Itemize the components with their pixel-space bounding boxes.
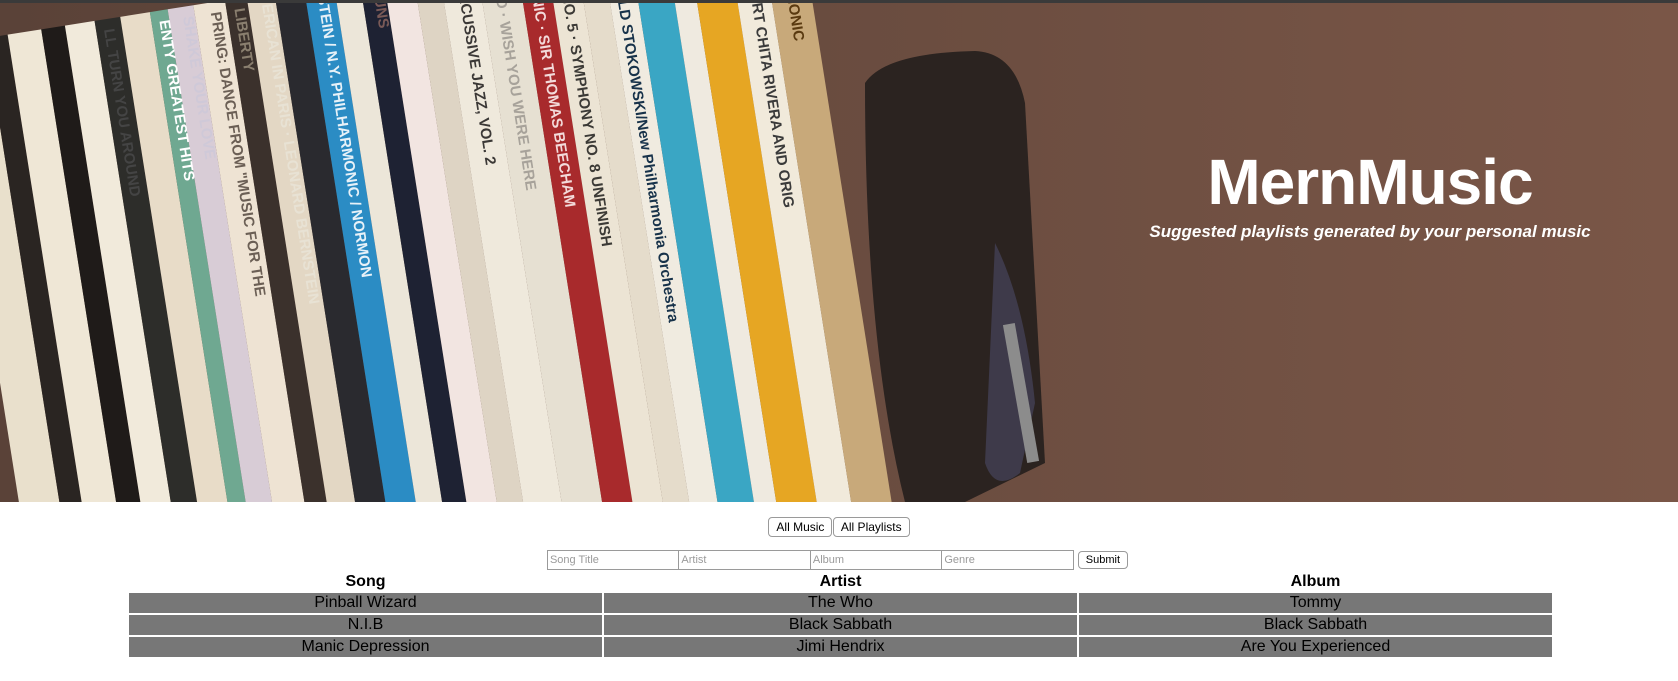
hero-banner: ESTRALL TURN YOU AROUNDENTY GREATEST HIT…: [0, 3, 1678, 502]
album-cell: Black Sabbath: [1079, 615, 1552, 635]
all-music-button[interactable]: All Music: [768, 517, 833, 537]
record-collection-image: ESTRALL TURN YOU AROUNDENTY GREATEST HIT…: [0, 3, 940, 502]
nav-bar: All Music All Playlists: [0, 517, 1678, 537]
song-cell: Manic Depression: [129, 637, 602, 657]
music-table: Song Artist Album Pinball Wizard The Who…: [127, 570, 1554, 659]
album-cell: Are You Experienced: [1079, 637, 1552, 657]
table-header-row: Song Artist Album: [129, 572, 1552, 591]
artist-cell: Black Sabbath: [604, 615, 1077, 635]
song-cell: Pinball Wizard: [129, 593, 602, 613]
song-cell: N.I.B: [129, 615, 602, 635]
all-playlists-button[interactable]: All Playlists: [832, 517, 910, 537]
artist-input[interactable]: [678, 550, 812, 570]
artist-cell: The Who: [604, 593, 1077, 613]
site-title: MernMusic: [1207, 146, 1533, 218]
add-song-form: Submit: [0, 550, 1678, 572]
artist-column-header: Artist: [819, 572, 862, 590]
genre-input[interactable]: [941, 550, 1075, 570]
album-cell: Tommy: [1079, 593, 1552, 613]
submit-button[interactable]: Submit: [1077, 551, 1129, 569]
hero-text: MernMusic Suggested playlists generated …: [1110, 143, 1630, 243]
album-column-header: Album: [1290, 572, 1341, 590]
table-row: Pinball Wizard The Who Tommy: [129, 593, 1552, 613]
album-input[interactable]: [809, 550, 943, 570]
artist-cell: Jimi Hendrix: [604, 637, 1077, 657]
table-row: N.I.B Black Sabbath Black Sabbath: [129, 615, 1552, 635]
headphones-image: [865, 51, 1045, 502]
song-column-header: Song: [345, 572, 386, 590]
site-subtitle: Suggested playlists generated by your pe…: [1149, 222, 1591, 241]
table-row: Manic Depression Jimi Hendrix Are You Ex…: [129, 637, 1552, 657]
song-title-input[interactable]: [546, 550, 680, 570]
